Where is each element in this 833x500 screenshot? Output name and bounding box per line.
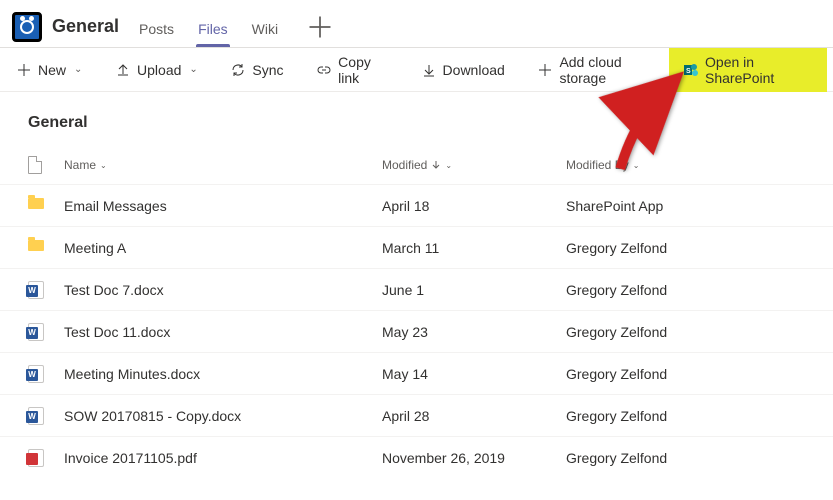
pdf-icon [28,449,44,467]
plus-icon [537,62,553,78]
tab-posts[interactable]: Posts [137,21,176,47]
table-row[interactable]: Meeting Minutes.docxMay 14Gregory Zelfon… [0,352,833,394]
file-modifiedby: Gregory Zelfond [566,282,833,298]
table-row[interactable]: Meeting AMarch 11Gregory Zelfond [0,226,833,268]
new-button[interactable]: New ⌄ [6,54,92,86]
chevron-down-icon: ⌄ [74,64,82,75]
table-row[interactable]: Test Doc 11.docxMay 23Gregory Zelfond [0,310,833,352]
name-header-label: Name [64,158,96,172]
table-header-row: Name ⌄ Modified ⌄ Modified By ⌄ [0,150,833,184]
file-modified: June 1 [382,282,566,298]
folder-icon [28,240,44,251]
chevron-down-icon: ⌄ [100,161,107,170]
file-modifiedby: Gregory Zelfond [566,324,833,340]
file-modifiedby: Gregory Zelfond [566,408,833,424]
upload-icon [115,62,131,78]
plus-icon [306,13,334,41]
download-button[interactable]: Download [411,54,515,86]
file-name: SOW 20170815 - Copy.docx [64,408,382,424]
svg-text:S: S [686,68,691,75]
file-modified: April 18 [382,198,566,214]
modified-header-label: Modified [382,158,427,172]
link-icon [316,62,332,78]
word-icon [28,407,44,425]
file-name: Meeting A [64,240,382,256]
table-row[interactable]: Email MessagesApril 18SharePoint App [0,184,833,226]
file-modified: May 23 [382,324,566,340]
column-header-name[interactable]: Name ⌄ [64,158,382,172]
sort-down-icon [431,160,441,170]
sync-icon [230,62,246,78]
sharepoint-label: Open in SharePoint [705,54,813,86]
channel-header: General Posts Files Wiki [0,0,833,48]
copylink-label: Copy link [338,54,388,86]
chevron-down-icon: ⌄ [189,64,197,75]
upload-label: Upload [137,62,181,78]
file-modified: November 26, 2019 [382,450,566,466]
column-header-modifiedby[interactable]: Modified By ⌄ [566,158,833,172]
table-row[interactable]: Invoice 20171105.pdfNovember 26, 2019Gre… [0,436,833,478]
command-bar: New ⌄ Upload ⌄ Sync Copy link Download A… [0,48,833,92]
folder-icon [28,198,44,209]
table-row[interactable]: SOW 20170815 - Copy.docxApril 28Gregory … [0,394,833,436]
file-name: Test Doc 11.docx [64,324,382,340]
copylink-button[interactable]: Copy link [306,54,398,86]
breadcrumb: General [0,92,833,150]
plus-icon [16,62,32,78]
file-modified: March 11 [382,240,566,256]
file-modifiedby: SharePoint App [566,198,833,214]
tab-files[interactable]: Files [196,21,230,47]
add-tab-button[interactable] [306,13,334,41]
tab-wiki[interactable]: Wiki [250,21,280,47]
file-type-header-icon[interactable] [28,156,42,174]
word-icon [28,365,44,383]
file-name: Email Messages [64,198,382,214]
file-list: Email MessagesApril 18SharePoint AppMeet… [0,184,833,478]
file-modifiedby: Gregory Zelfond [566,450,833,466]
sharepoint-icon: S [683,62,699,78]
word-icon [28,281,44,299]
sync-button[interactable]: Sync [220,54,293,86]
addcloud-label: Add cloud storage [559,54,659,86]
chevron-down-icon: ⌄ [633,161,640,170]
file-name: Meeting Minutes.docx [64,366,382,382]
word-icon [28,323,44,341]
file-modified: May 14 [382,366,566,382]
file-name: Test Doc 7.docx [64,282,382,298]
table-row[interactable]: Test Doc 7.docxJune 1Gregory Zelfond [0,268,833,310]
tab-strip: Posts Files Wiki [137,6,334,47]
modifiedby-header-label: Modified By [566,158,629,172]
download-icon [421,62,437,78]
open-sharepoint-button[interactable]: S Open in SharePoint [669,48,827,92]
file-name: Invoice 20171105.pdf [64,450,382,466]
new-label: New [38,62,66,78]
sync-label: Sync [252,62,283,78]
column-header-modified[interactable]: Modified ⌄ [382,158,566,172]
upload-button[interactable]: Upload ⌄ [105,54,208,86]
file-modified: April 28 [382,408,566,424]
addcloud-button[interactable]: Add cloud storage [527,54,669,86]
file-modifiedby: Gregory Zelfond [566,240,833,256]
channel-name: General [52,16,119,37]
chevron-down-icon: ⌄ [445,161,452,170]
file-modifiedby: Gregory Zelfond [566,366,833,382]
team-avatar [12,12,42,42]
download-label: Download [443,62,505,78]
